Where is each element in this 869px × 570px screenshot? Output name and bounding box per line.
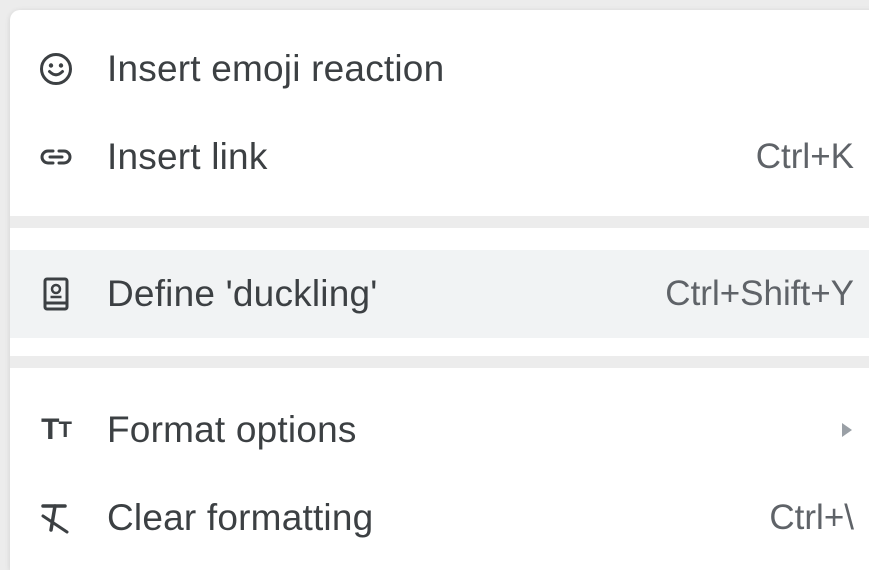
dictionary-icon [36, 274, 76, 314]
menu-item-shortcut: Ctrl+\ [769, 498, 854, 537]
menu-item-insert-link[interactable]: Insert link Ctrl+K [10, 113, 869, 201]
menu-item-insert-emoji-reaction[interactable]: Insert emoji reaction [10, 25, 869, 113]
menu-item-clear-formatting[interactable]: Clear formatting Ctrl+\ [10, 474, 869, 562]
menu-item-label: Clear formatting [107, 497, 374, 538]
smiley-icon [36, 49, 76, 89]
menu-item-label: Define 'duckling' [107, 273, 378, 314]
format-icon-small-t: T [58, 417, 71, 442]
menu-divider [10, 216, 869, 228]
menu-item-label: Format options [107, 409, 357, 450]
menu-item-define-word[interactable]: Define 'duckling' Ctrl+Shift+Y [10, 250, 869, 338]
menu-item-label: Insert link [107, 136, 268, 177]
menu-divider [10, 356, 869, 368]
format-icon-large-t: T [41, 413, 59, 446]
menu-item-label: Insert emoji reaction [107, 48, 445, 89]
menu-item-format-options[interactable]: TT Format options [10, 386, 869, 474]
clear-formatting-icon [36, 498, 76, 538]
menu-item-shortcut: Ctrl+Shift+Y [665, 274, 854, 313]
text-format-icon: TT [36, 410, 76, 450]
link-icon [36, 137, 76, 177]
submenu-arrow-icon [842, 423, 852, 437]
context-menu: Insert emoji reaction Insert link Ctrl+K… [10, 10, 869, 570]
menu-item-shortcut: Ctrl+K [755, 137, 854, 176]
